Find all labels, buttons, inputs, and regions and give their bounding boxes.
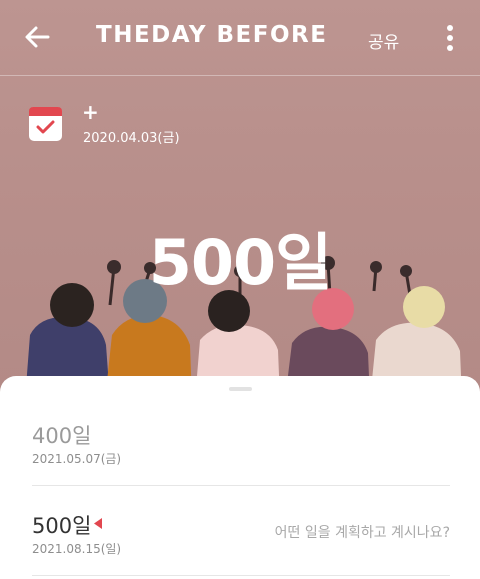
hero-background: THEDAY BEFORE 공유 + 2020.04.03(금) 500일 xyxy=(0,0,480,400)
milestone-label: 500일 xyxy=(32,514,92,538)
app-title: THEDAY BEFORE xyxy=(96,22,328,48)
calendar-check-icon[interactable] xyxy=(28,106,63,142)
share-button[interactable]: 공유 xyxy=(368,28,399,53)
milestone-label: 400일 xyxy=(32,424,92,448)
start-date: 2020.04.03(금) xyxy=(83,131,180,146)
arrow-left-icon[interactable] xyxy=(22,22,52,52)
drag-handle[interactable] xyxy=(229,387,252,391)
count-sign: + xyxy=(82,100,99,124)
more-vertical-icon[interactable] xyxy=(441,24,459,52)
header-divider xyxy=(0,75,480,76)
milestone-date: 2021.05.07(금) xyxy=(32,452,122,466)
plan-prompt[interactable]: 어떤 일을 계획하고 계시나요? xyxy=(275,522,450,542)
milestone-item[interactable]: 400일 2021.05.07(금) xyxy=(32,420,450,486)
milestone-sheet: 400일 2021.05.07(금) 500일 2021.08.15(일) 어떤… xyxy=(0,376,480,579)
milestone-item-current[interactable]: 500일 2021.08.15(일) 어떤 일을 계획하고 계시나요? xyxy=(32,510,450,576)
milestone-date: 2021.08.15(일) xyxy=(32,542,122,556)
current-marker-icon xyxy=(94,518,102,529)
top-app-bar: THEDAY BEFORE 공유 xyxy=(0,0,480,76)
day-count: 500일 xyxy=(148,226,332,299)
